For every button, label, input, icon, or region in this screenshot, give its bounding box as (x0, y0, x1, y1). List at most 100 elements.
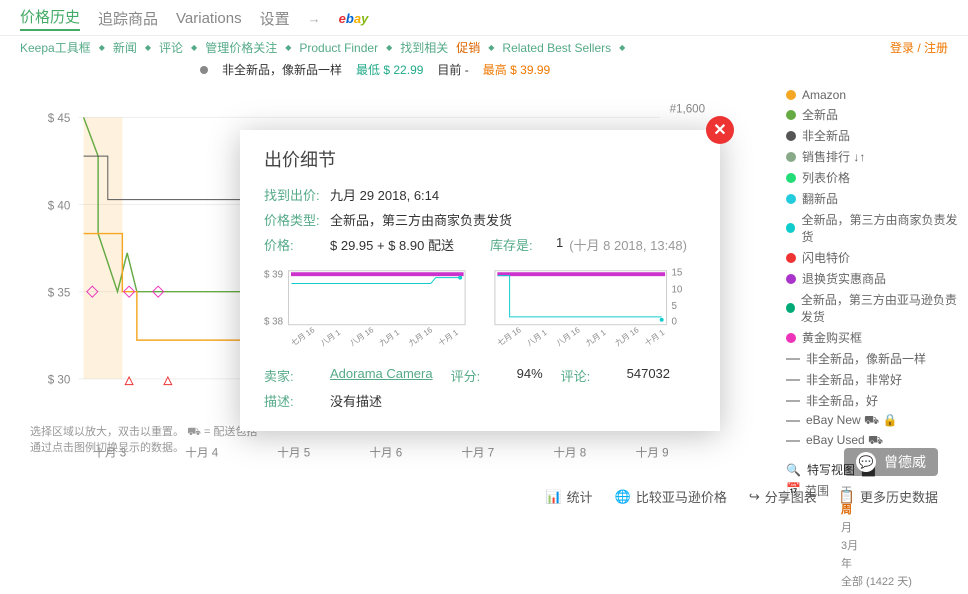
legend-item[interactable]: 销售排行 ↓↑ (786, 146, 960, 167)
svg-text:$ 38: $ 38 (264, 317, 284, 328)
price-summary: 非全新品，像新品一样 最低 $ 22.99 目前 - 最高 $ 39.99 (0, 59, 968, 82)
bottom-actions: 📊 统计 🌐 比较亚马逊价格 ↪ 分享图表 📋 更多历史数据 (545, 487, 938, 506)
swatch-icon (786, 131, 796, 141)
svg-text:十月 9: 十月 9 (636, 445, 669, 459)
cur-label: 目前 (437, 63, 461, 77)
range-option[interactable]: 月 (841, 518, 912, 536)
legend-item[interactable]: eBay New ⛟ 🔒 (786, 411, 960, 431)
svg-text:十月 8: 十月 8 (553, 445, 586, 459)
range-option[interactable]: 年 (841, 554, 912, 572)
legend-item[interactable]: 全新品 (786, 104, 960, 125)
svg-text:$ 30: $ 30 (48, 374, 71, 387)
finder-link[interactable]: Product Finder (299, 41, 378, 55)
stock-time: (十月 8 2018, 13:48) (569, 235, 687, 254)
chart-hint: 选择区域以放大，双击以重置。 ⛟ = 配送包括 通过点击图例切换显示的数据。 (30, 425, 257, 456)
promo-label: 促销 (456, 39, 480, 56)
svg-text:10: 10 (671, 284, 682, 295)
svg-text:八月 16: 八月 16 (555, 325, 582, 348)
desc-key: 描述: (264, 391, 324, 410)
legend-item[interactable]: 非全新品，非常好 (786, 369, 960, 390)
rating-key: 评分: (451, 366, 511, 385)
swatch-icon (786, 223, 795, 233)
swatch-icon (786, 90, 796, 100)
compare-button[interactable]: 🌐 比较亚马逊价格 (615, 487, 727, 506)
svg-text:0: 0 (671, 317, 677, 328)
legend-item[interactable]: 列表价格 (786, 167, 960, 188)
svg-text:九月 1: 九月 1 (584, 328, 607, 348)
news-link[interactable]: 新闻 (113, 39, 137, 56)
close-icon[interactable]: ✕ (706, 116, 734, 144)
svg-text:八月 16: 八月 16 (348, 325, 375, 348)
seller-link[interactable]: Adorama Camera (330, 366, 433, 385)
swatch-icon (786, 194, 796, 204)
legend-item[interactable]: Amazon (786, 86, 960, 104)
svg-text:八月 1: 八月 1 (319, 328, 342, 348)
watermark: 💬 曾德威 (844, 448, 938, 476)
condition-label: 非全新品，像新品一样 (222, 61, 342, 78)
keepa-link[interactable]: Keepa工具框 (20, 39, 91, 56)
stats-button[interactable]: 📊 统计 (545, 487, 592, 506)
rev-val: 547032 (627, 366, 670, 385)
legend-item[interactable]: 全新品，第三方由商家负责发货 (786, 209, 960, 247)
mini-chart-stock[interactable]: 15 10 5 0 七月 16八月 1 八月 16九月 1 九月 16十月 1 (490, 265, 696, 355)
legend-item[interactable]: 非全新品，像新品一样 (786, 348, 960, 369)
rating-val: 94% (517, 366, 543, 385)
high-value: $ 39.99 (510, 63, 550, 77)
line-icon (786, 400, 800, 402)
svg-text:$ 39: $ 39 (264, 270, 283, 281)
svg-text:$ 35: $ 35 (48, 287, 71, 300)
stock-val: 1 (556, 235, 563, 254)
offer-modal: ✕ 出价细节 找到出价:九月 29 2018, 6:14 价格类型:全新品，第三… (240, 130, 720, 431)
swatch-icon (786, 253, 796, 263)
arrow-icon: → (308, 11, 321, 26)
swatch-icon (786, 274, 796, 284)
svg-text:15: 15 (671, 268, 682, 279)
legend-item[interactable]: 全新品，第三方由亚马逊负责发货 (786, 289, 960, 327)
tab-history[interactable]: 价格历史 (20, 6, 80, 31)
svg-text:#1,600: #1,600 (670, 103, 706, 116)
svg-text:十月 1: 十月 1 (436, 327, 460, 348)
svg-text:九月 1: 九月 1 (378, 328, 401, 348)
legend-item[interactable]: 非全新品 (786, 125, 960, 146)
seller-key: 卖家: (264, 366, 324, 385)
related-link[interactable]: 找到相关 (400, 39, 448, 56)
type-val: 全新品，第三方由商家负责发货 (330, 210, 512, 229)
tab-track[interactable]: 追踪商品 (98, 8, 158, 29)
wechat-icon: 💬 (856, 452, 876, 472)
more-button[interactable]: 📋 更多历史数据 (839, 487, 938, 506)
reviews-link[interactable]: 评论 (159, 39, 183, 56)
range-option[interactable]: 全部 (1422 天) (841, 572, 912, 590)
svg-text:九月 16: 九月 16 (614, 325, 641, 348)
svg-text:5: 5 (671, 301, 677, 312)
legend-item[interactable]: 闪电特价 (786, 247, 960, 268)
best-link[interactable]: Related Best Sellers (502, 41, 611, 55)
manage-link[interactable]: 管理价格关注 (205, 39, 277, 56)
top-tabs: 价格历史 追踪商品 Variations 设置 → ebay (0, 0, 968, 36)
svg-text:$ 40: $ 40 (48, 199, 71, 212)
legend-item[interactable]: 退换货实惠商品 (786, 268, 960, 289)
svg-text:十月 7: 十月 7 (461, 445, 494, 459)
line-icon (786, 440, 800, 442)
tab-variations[interactable]: Variations (176, 10, 242, 27)
desc-val: 没有描述 (330, 391, 382, 410)
legend-item[interactable]: 黄金购买框 (786, 327, 960, 348)
svg-text:七月 16: 七月 16 (289, 325, 316, 348)
share-button[interactable]: ↪ 分享图表 (749, 487, 817, 506)
svg-text:十月 5: 十月 5 (277, 445, 310, 459)
legend-item[interactable]: 非全新品，好 (786, 390, 960, 411)
price-key: 价格: (264, 235, 324, 254)
cur-value: - (465, 63, 469, 77)
login-link[interactable]: 登录 / 注册 (890, 39, 948, 56)
legend-item[interactable]: 翻新品 (786, 188, 960, 209)
line-icon (786, 379, 800, 381)
stock-key: 库存是: (490, 235, 550, 254)
ebay-logo[interactable]: ebay (339, 11, 369, 26)
range-option[interactable]: 3月 (841, 536, 912, 554)
svg-text:八月 1: 八月 1 (525, 328, 548, 348)
tab-settings[interactable]: 设置 (260, 8, 290, 29)
svg-text:七月 16: 七月 16 (496, 325, 523, 348)
legend: Amazon全新品非全新品销售排行 ↓↑列表价格翻新品全新品，第三方由商家负责发… (778, 82, 968, 594)
svg-text:十月 1: 十月 1 (642, 327, 666, 348)
mini-chart-price[interactable]: $ 39 $ 38 七月 16八月 1 八月 16九月 1 九月 16十月 1 (264, 265, 470, 355)
svg-text:九月 16: 九月 16 (407, 325, 434, 348)
